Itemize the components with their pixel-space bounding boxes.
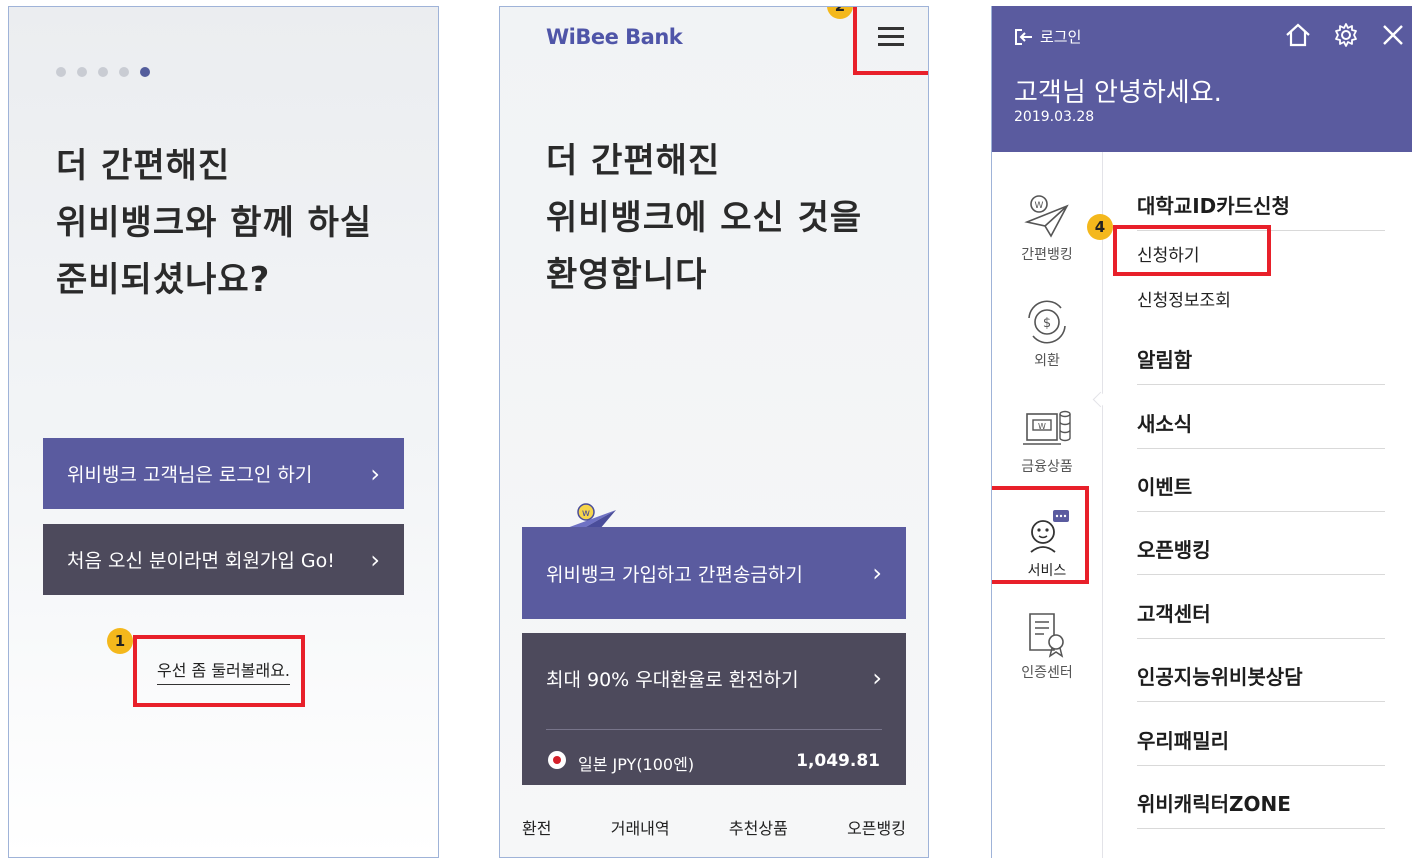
page-dot[interactable]	[98, 67, 108, 77]
certificate-icon	[1029, 613, 1064, 658]
signup-button-label: 처음 오신 분이라면 회원가입 Go!	[67, 550, 335, 572]
sidebar-item-certification[interactable]: 인증센터	[992, 610, 1102, 682]
highlight-box	[1113, 225, 1271, 276]
currency-exchange-icon: $	[1028, 300, 1066, 344]
sidebar-item-financial-products[interactable]: W 금융상품	[992, 404, 1102, 476]
onboarding-headline: 더 간편해진 위비뱅크와 함께 하실 준비되셨나요?	[56, 138, 372, 309]
page-dot[interactable]	[77, 67, 87, 77]
signup-button[interactable]: 처음 오신 분이라면 회원가입 Go! ›	[43, 524, 404, 595]
brand-logo: WiBee Bank	[546, 25, 683, 49]
menu-item[interactable]: 이벤트	[1137, 471, 1385, 512]
menu-item[interactable]: 알림함	[1137, 344, 1385, 385]
svg-text:W: W	[1038, 422, 1046, 431]
sidebar-label: 금융상품	[1021, 459, 1073, 475]
sidebar-item-easy-banking[interactable]: W 간편뱅킹	[992, 192, 1102, 264]
paper-plane-icon: W	[1024, 195, 1069, 238]
menu-item[interactable]: 고객센터	[1137, 598, 1385, 639]
page-dot[interactable]	[56, 67, 66, 77]
currency-rate: 1,049.81	[796, 751, 880, 771]
chevron-right-icon: ›	[370, 545, 380, 574]
sidebar-item-forex[interactable]: $ 외환	[992, 298, 1102, 370]
side-menu-screen: 로그인 고객님 안녕하세요. 2019.03.28 W 간편뱅킹 $ 외환 W …	[991, 6, 1412, 858]
sidebar-label: 간편뱅킹	[1021, 247, 1073, 263]
currency-label: 일본 JPY(100엔)	[578, 755, 695, 774]
greeting-date: 2019.03.28	[1014, 109, 1095, 125]
menu-item[interactable]: 인공지능위비봇상담	[1137, 661, 1385, 702]
login-button[interactable]: 위비뱅크 고객님은 로그인 하기 ›	[43, 438, 404, 509]
japan-flag-icon	[548, 751, 566, 769]
welcome-headline: 더 간편해진 위비뱅크에 오신 것을 환영합니다	[546, 133, 862, 304]
page-dot-active[interactable]	[140, 67, 150, 77]
main-home-screen: WiBee Bank 2 더 간편해진 위비뱅크에 오신 것을 환영합니다 w …	[499, 6, 929, 858]
header-actions	[1285, 22, 1405, 48]
page-dot[interactable]	[119, 67, 129, 77]
highlight-box	[992, 486, 1089, 584]
menu-item[interactable]: 우리패밀리	[1137, 725, 1385, 766]
chevron-right-icon: ›	[872, 664, 882, 692]
exchange-rate-row[interactable]: 일본 JPY(100엔) 1,049.81	[522, 719, 906, 785]
nav-transactions[interactable]: 거래내역	[611, 815, 670, 839]
headline-line: 더 간편해진	[56, 146, 231, 186]
login-arrow-icon	[1015, 28, 1032, 45]
login-link[interactable]: 로그인	[1014, 26, 1081, 47]
financial-product-icon: W	[1023, 410, 1071, 445]
exchange-label: 최대 90% 우대환율로 환전하기	[546, 668, 799, 691]
menu-header: 로그인 고객님 안녕하세요. 2019.03.28	[992, 6, 1412, 152]
chevron-right-icon: ›	[370, 459, 380, 488]
step-badge-4: 4	[1087, 214, 1113, 240]
highlight-box	[853, 7, 928, 75]
step-badge-2: 2	[827, 7, 853, 19]
nav-open-banking[interactable]: 오픈뱅킹	[847, 815, 906, 839]
menu-item[interactable]: 오픈뱅킹	[1137, 534, 1385, 575]
divider	[546, 729, 882, 730]
svg-text:W: W	[1035, 201, 1044, 211]
join-transfer-button[interactable]: 위비뱅크 가입하고 간편송금하기 ›	[522, 527, 906, 619]
page-indicator	[56, 67, 150, 77]
login-label: 로그인	[1040, 28, 1082, 46]
svg-text:w: w	[582, 508, 590, 519]
menu-item[interactable]: 위비캐릭터ZONE	[1137, 788, 1385, 829]
headline-line: 더 간편해진	[546, 141, 721, 181]
nav-exchange[interactable]: 환전	[522, 815, 551, 839]
menu-item[interactable]: 새소식	[1137, 408, 1385, 449]
nav-recommended[interactable]: 추천상품	[729, 815, 788, 839]
home-icon[interactable]	[1285, 23, 1311, 47]
headline-line: 준비되셨나요?	[56, 260, 271, 300]
sidebar-label: 외환	[1034, 353, 1060, 369]
gear-icon[interactable]	[1333, 22, 1359, 48]
close-icon[interactable]	[1381, 23, 1405, 47]
join-transfer-label: 위비뱅크 가입하고 간편송금하기	[546, 563, 803, 586]
headline-line: 위비뱅크와 함께 하실	[56, 203, 373, 243]
sub-item-inquiry[interactable]: 신청정보조회	[1137, 286, 1231, 311]
headline-line: 환영합니다	[546, 255, 708, 295]
highlight-box	[133, 635, 305, 707]
greeting-text: 고객님 안녕하세요.	[1014, 78, 1222, 108]
svg-text:$: $	[1043, 316, 1051, 331]
bottom-nav: 환전 거래내역 추천상품 오픈뱅킹	[522, 815, 906, 839]
sidebar-label: 인증센터	[1021, 665, 1073, 681]
onboarding-screen: 더 간편해진 위비뱅크와 함께 하실 준비되셨나요? 위비뱅크 고객님은 로그인…	[8, 6, 439, 858]
headline-line: 위비뱅크에 오신 것을	[546, 198, 863, 238]
exchange-button[interactable]: 최대 90% 우대환율로 환전하기 ›	[522, 633, 906, 723]
chevron-right-icon: ›	[872, 559, 882, 587]
step-badge-1: 1	[107, 628, 133, 654]
login-button-label: 위비뱅크 고객님은 로그인 하기	[67, 464, 313, 486]
